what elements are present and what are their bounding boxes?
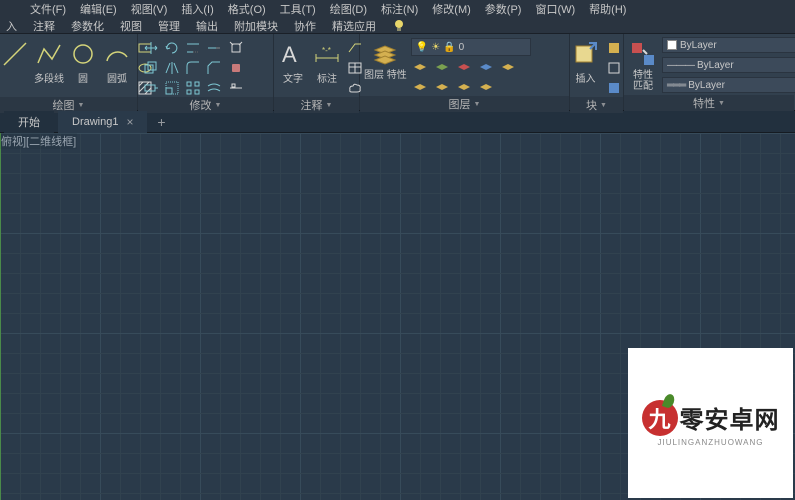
tool-offset[interactable] (205, 79, 223, 97)
panel-properties: 特性 匹配 ByLayer ———ByLayer ═══ByLayer 特性▼ (624, 34, 794, 110)
menu-dimension[interactable]: 标注(N) (381, 1, 418, 17)
lineweight-selector[interactable]: ═══ByLayer (662, 77, 795, 93)
tool-line[interactable] (0, 36, 30, 69)
layer-tool-3[interactable] (455, 58, 473, 76)
tool-match-properties[interactable]: 特性 匹配 (628, 36, 658, 92)
watermark-sub: JIULINGANZHUOWANG (657, 438, 763, 447)
tool-rotate[interactable] (163, 39, 181, 57)
panel-block-title[interactable]: 块▼ (570, 97, 623, 113)
tool-dimension[interactable]: *-* 标注 (312, 36, 342, 85)
tool-text[interactable]: A 文字 (278, 36, 308, 85)
document-tabs: 开始 Drawing1 × + (0, 111, 795, 133)
tool-erase[interactable] (227, 59, 245, 77)
drawing-canvas[interactable]: 俯视][二维线框] 九 零安卓网 JIULINGANZHUOWANG (0, 133, 795, 500)
tab-start[interactable]: 开始 (4, 111, 54, 133)
ribbon-tabs: 入 注释 参数化 视图 管理 输出 附加模块 协作 精选应用 (0, 18, 795, 34)
menu-modify[interactable]: 修改(M) (432, 1, 471, 17)
chevron-down-icon: ▼ (600, 102, 607, 109)
ribbon: 多段线 圆 圆弧 绘图▼ (0, 34, 795, 111)
menu-bar: 文件(F) 编辑(E) 视图(V) 插入(I) 格式(O) 工具(T) 绘图(D… (0, 0, 795, 18)
chevron-down-icon: ▼ (326, 102, 333, 109)
menu-insert[interactable]: 插入(I) (181, 1, 213, 17)
ribbon-tab-annotation[interactable]: 注释 (29, 18, 59, 34)
color-selector[interactable]: ByLayer (662, 37, 795, 53)
menu-view[interactable]: 视图(V) (131, 1, 168, 17)
layer-tool-9[interactable] (477, 78, 495, 96)
chevron-down-icon: ▼ (215, 102, 222, 109)
tool-stretch[interactable] (142, 79, 160, 97)
chevron-down-icon: ▼ (718, 100, 725, 107)
y-axis (0, 133, 1, 500)
block-tool-1[interactable] (605, 39, 623, 57)
menu-format[interactable]: 格式(O) (228, 1, 266, 17)
tool-array[interactable] (184, 79, 202, 97)
panel-modify: 修改▼ (138, 34, 274, 110)
menu-param[interactable]: 参数(P) (485, 1, 522, 17)
svg-text:*-*: *-* (322, 46, 331, 55)
chevron-down-icon: ▼ (78, 102, 85, 109)
ribbon-tab-output[interactable]: 输出 (192, 18, 222, 34)
block-tool-2[interactable] (605, 59, 623, 77)
layer-tool-1[interactable] (411, 58, 429, 76)
layer-tool-5[interactable] (499, 58, 517, 76)
ribbon-tab-parametric[interactable]: 参数化 (67, 18, 108, 34)
watermark-brand: 零安卓网 (680, 400, 780, 435)
tool-fillet[interactable] (184, 59, 202, 77)
svg-text:A: A (282, 42, 297, 67)
color-swatch (667, 40, 677, 50)
lightbulb-icon[interactable] (388, 18, 404, 34)
layer-tool-8[interactable] (455, 78, 473, 96)
ribbon-tab-addins[interactable]: 附加模块 (230, 18, 282, 34)
layer-tool-6[interactable] (411, 78, 429, 96)
menu-tools[interactable]: 工具(T) (280, 1, 316, 17)
layer-tool-2[interactable] (433, 58, 451, 76)
tool-arc[interactable]: 圆弧 (102, 36, 132, 85)
tool-align[interactable] (227, 79, 245, 97)
ribbon-tab-manage[interactable]: 管理 (154, 18, 184, 34)
ribbon-tab-collab[interactable]: 协作 (290, 18, 320, 34)
ribbon-tab-insert2[interactable]: 入 (2, 18, 21, 34)
ribbon-tab-view[interactable]: 视图 (116, 18, 146, 34)
tool-polyline[interactable]: 多段线 (34, 36, 64, 85)
menu-file[interactable]: 文件(F) (30, 1, 66, 17)
layer-selector[interactable]: 💡 ☀ 🔒 0 (411, 38, 531, 56)
panel-block: 插入 块▼ (570, 34, 624, 110)
menu-window[interactable]: 窗口(W) (535, 1, 575, 17)
panel-layers: 图层 特性 💡 ☀ 🔒 0 (360, 34, 570, 110)
menu-edit[interactable]: 编辑(E) (80, 1, 117, 17)
menu-help[interactable]: 帮助(H) (589, 1, 626, 17)
close-icon[interactable]: × (126, 115, 133, 129)
view-label[interactable]: 俯视][二维线框] (0, 133, 77, 149)
sun-icon: ☀ (431, 42, 440, 53)
tool-trim[interactable] (184, 39, 202, 57)
tool-chamfer[interactable] (205, 59, 223, 77)
layer-tool-4[interactable] (477, 58, 495, 76)
menu-draw[interactable]: 绘图(D) (330, 1, 367, 17)
tool-layer-properties[interactable]: 图层 特性 (364, 36, 407, 81)
lightbulb-icon: 💡 (416, 42, 428, 53)
panel-layers-title[interactable]: 图层▼ (360, 96, 569, 112)
tool-extend[interactable] (205, 39, 223, 57)
tool-block-insert[interactable]: 插入 (571, 36, 601, 85)
linetype-selector[interactable]: ———ByLayer (662, 57, 795, 73)
tool-circle[interactable]: 圆 (68, 36, 98, 85)
layer-tool-7[interactable] (433, 78, 451, 96)
tool-scale[interactable] (163, 79, 181, 97)
watermark-logo-icon: 九 (642, 400, 678, 436)
tool-move[interactable] (142, 39, 160, 57)
block-tool-3[interactable] (605, 79, 623, 97)
panel-annotation: A 文字 *-* 标注 注释▼ (274, 34, 360, 110)
tool-mirror[interactable] (163, 59, 181, 77)
panel-properties-title[interactable]: 特性▼ (624, 95, 794, 111)
tool-explode[interactable] (227, 39, 245, 57)
add-tab-button[interactable]: + (151, 112, 171, 132)
chevron-down-icon: ▼ (474, 101, 481, 108)
tab-drawing1[interactable]: Drawing1 × (58, 111, 147, 133)
tool-copy[interactable] (142, 59, 160, 77)
watermark: 九 零安卓网 JIULINGANZHUOWANG (628, 348, 793, 498)
panel-annotation-title[interactable]: 注释▼ (274, 97, 359, 113)
panel-draw: 多段线 圆 圆弧 绘图▼ (0, 34, 138, 110)
ribbon-tab-featured[interactable]: 精选应用 (328, 18, 380, 34)
lock-icon: 🔒 (443, 42, 455, 53)
